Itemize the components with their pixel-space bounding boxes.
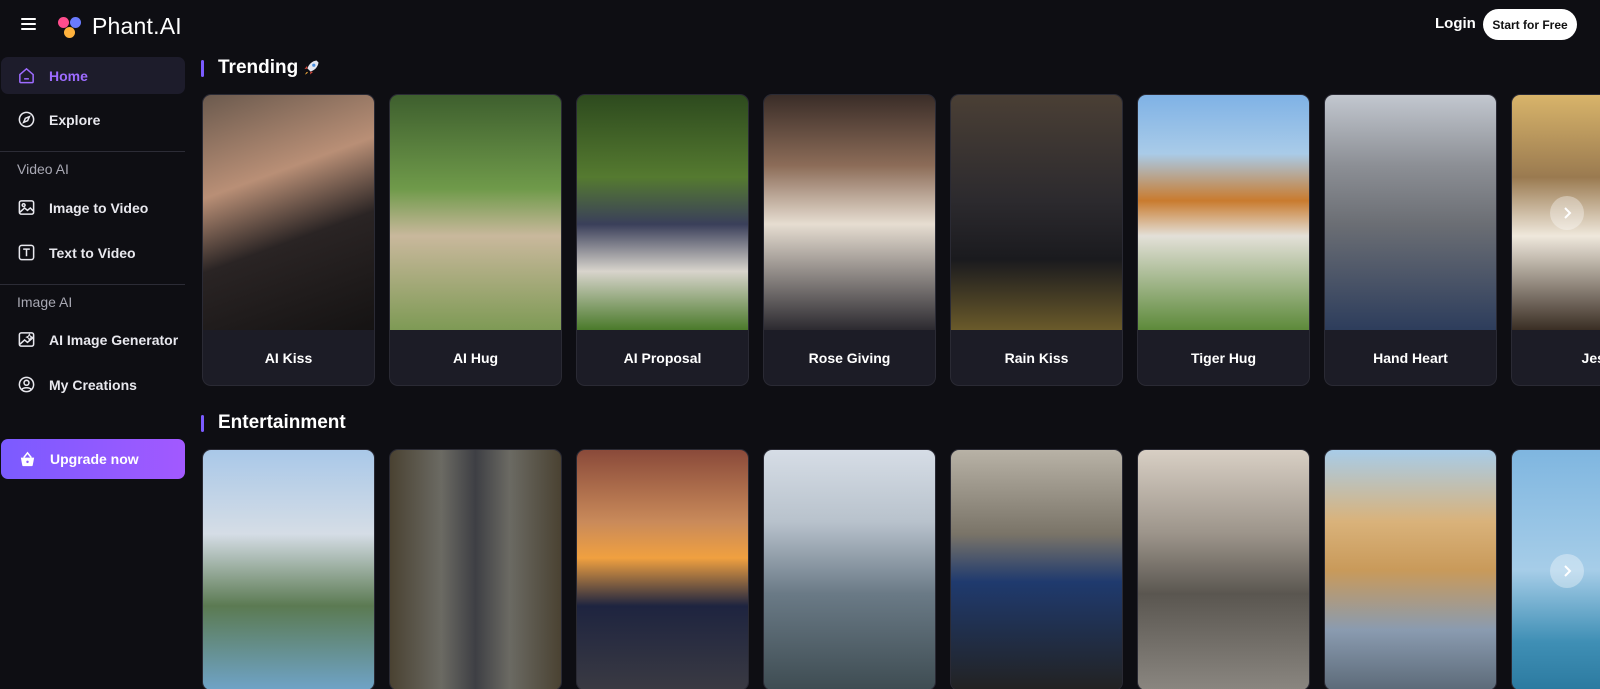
user-circle-icon: [18, 376, 35, 393]
section-title-trending: Trending: [201, 57, 321, 79]
app-name: Phant.AI: [92, 13, 182, 39]
sidebar-item-image-to-video[interactable]: Image to Video: [1, 189, 185, 226]
image-generator-icon: [18, 332, 35, 347]
card-label: AI Proposal: [623, 349, 702, 366]
entertainment-card[interactable]: [202, 449, 375, 689]
entertainment-card[interactable]: [950, 449, 1123, 689]
section-label-video-ai: Video AI: [17, 161, 69, 177]
trending-scroll-right-button[interactable]: [1550, 196, 1584, 230]
start-for-free-button[interactable]: Start for Free: [1483, 9, 1577, 40]
card-label: Rose Giving: [808, 349, 891, 366]
card-thumbnail: [577, 95, 748, 330]
card-thumbnail: [577, 450, 748, 689]
app-logo[interactable]: Phant.AI: [58, 13, 182, 40]
sidebar-item-text-to-video[interactable]: Text to Video: [1, 234, 185, 271]
sidebar-divider: [0, 151, 185, 152]
login-link[interactable]: Login: [1435, 15, 1476, 32]
section-title-entertainment: Entertainment: [201, 412, 346, 434]
card-label: Jesu: [1581, 349, 1600, 366]
section-title-text: Entertainment: [218, 412, 346, 433]
card-thumbnail: [764, 95, 935, 330]
crown-basket-icon: [20, 451, 35, 466]
card-label: Tiger Hug: [1190, 349, 1257, 366]
logo-mark-icon: [58, 15, 82, 39]
card-thumbnail: [1325, 95, 1496, 330]
section-label-image-ai: Image AI: [17, 294, 73, 310]
trending-card-rain-kiss[interactable]: Rain Kiss: [950, 94, 1123, 386]
card-label: Hand Heart: [1373, 349, 1448, 366]
home-icon: [19, 67, 34, 84]
sidebar-item-label: Home: [49, 67, 88, 84]
entertainment-row: [202, 449, 1600, 689]
card-thumbnail: [764, 450, 935, 689]
text-icon: [18, 244, 35, 261]
sidebar-item-label: Image to Video: [49, 199, 149, 216]
sidebar-item-label: Explore: [49, 111, 101, 128]
card-label: AI Kiss: [264, 349, 313, 366]
trending-card-tiger-hug[interactable]: Tiger Hug: [1137, 94, 1310, 386]
card-thumbnail: [390, 95, 561, 330]
card-thumbnail: [1138, 95, 1309, 330]
entertainment-card[interactable]: [389, 449, 562, 689]
entertainment-card[interactable]: [763, 449, 936, 689]
card-thumbnail: [203, 95, 374, 330]
section-accent-bar: [201, 59, 204, 77]
trending-card-hand-heart[interactable]: Hand Heart: [1324, 94, 1497, 386]
sidebar-item-home[interactable]: Home: [1, 57, 185, 94]
trending-card-ai-kiss[interactable]: AI Kiss: [202, 94, 375, 386]
card-thumbnail: [1325, 450, 1496, 689]
compass-icon: [18, 111, 35, 128]
chevron-right-icon: [1564, 565, 1572, 577]
trending-card-jesus[interactable]: Jesu: [1511, 94, 1600, 386]
trending-row: AI Kiss AI Hug AI Proposal Rose Giving R…: [202, 94, 1600, 386]
sidebar: Home Explore Video AI Image to Video Tex…: [0, 50, 188, 689]
card-thumbnail: [203, 450, 374, 689]
sidebar-item-label: AI Image Generator: [49, 331, 179, 348]
card-thumbnail: [390, 450, 561, 689]
card-thumbnail: [951, 95, 1122, 330]
sidebar-item-label: My Creations: [49, 376, 137, 393]
upgrade-now-button[interactable]: Upgrade now: [1, 439, 185, 479]
sidebar-item-label: Text to Video: [49, 244, 136, 261]
entertainment-card[interactable]: [1324, 449, 1497, 689]
entertainment-card[interactable]: [1137, 449, 1310, 689]
chevron-right-icon: [1564, 207, 1572, 219]
card-label: Rain Kiss: [1004, 349, 1069, 366]
hamburger-menu-icon[interactable]: [21, 15, 41, 35]
sidebar-item-my-creations[interactable]: My Creations: [1, 366, 185, 403]
sidebar-divider: [0, 284, 185, 285]
trending-card-ai-hug[interactable]: AI Hug: [389, 94, 562, 386]
section-title-text: Trending: [218, 57, 299, 78]
card-thumbnail: [1138, 450, 1309, 689]
section-accent-bar: [201, 414, 204, 432]
top-bar: Phant.AI Login Start for Free: [0, 0, 1600, 50]
sidebar-item-explore[interactable]: Explore: [1, 101, 185, 138]
image-icon: [18, 200, 35, 215]
upgrade-label: Upgrade now: [50, 451, 139, 467]
card-thumbnail: [951, 450, 1122, 689]
trending-card-ai-proposal[interactable]: AI Proposal: [576, 94, 749, 386]
entertainment-card[interactable]: [576, 449, 749, 689]
card-label: AI Hug: [452, 349, 499, 366]
entertainment-scroll-right-button[interactable]: [1550, 554, 1584, 588]
rocket-icon: [304, 60, 319, 75]
trending-card-rose-giving[interactable]: Rose Giving: [763, 94, 936, 386]
sidebar-item-ai-image-generator[interactable]: AI Image Generator: [1, 321, 185, 358]
